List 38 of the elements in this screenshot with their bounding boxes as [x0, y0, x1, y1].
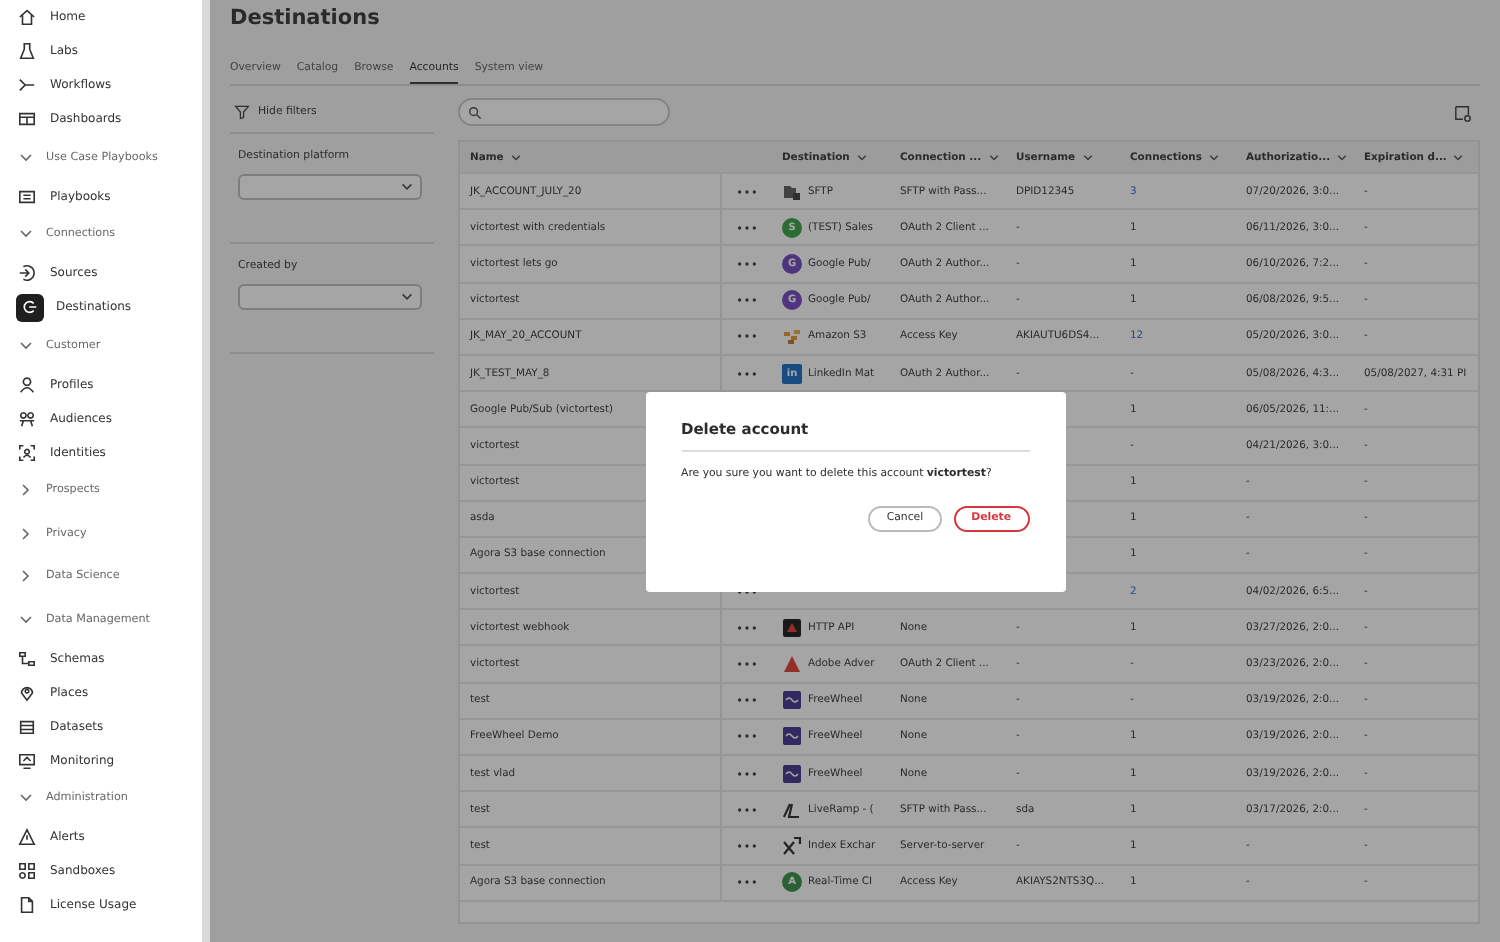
- chevron-down-icon[interactable]: [18, 337, 34, 354]
- chevron-right-icon[interactable]: [18, 525, 34, 542]
- chevron-right-icon[interactable]: [18, 482, 34, 499]
- sort-chevron-icon[interactable]: [1081, 151, 1093, 163]
- chevron-down-icon: [400, 180, 414, 194]
- more-icon[interactable]: [736, 805, 758, 814]
- more-icon[interactable]: [736, 841, 758, 850]
- more-icon[interactable]: [736, 369, 758, 378]
- more-icon[interactable]: [736, 223, 758, 232]
- sort-chevron-icon[interactable]: [1336, 151, 1349, 163]
- chevron-down-icon[interactable]: [18, 790, 34, 807]
- more-icon[interactable]: [736, 878, 758, 887]
- sort-chevron-icon[interactable]: [509, 151, 522, 163]
- more-icon[interactable]: [736, 660, 758, 669]
- more-icon[interactable]: [736, 187, 758, 196]
- more-icon[interactable]: [736, 732, 758, 741]
- sort-chevron-icon[interactable]: [855, 151, 868, 163]
- sort-chevron-icon[interactable]: [1452, 151, 1465, 163]
- chevron-right-icon[interactable]: [18, 568, 34, 585]
- more-icon[interactable]: [736, 623, 758, 632]
- dropdown-field[interactable]: [238, 174, 422, 200]
- filter-icon[interactable]: [234, 104, 250, 120]
- search-icon: [468, 105, 482, 119]
- sort-chevron-icon[interactable]: [1207, 151, 1220, 163]
- column-settings-icon[interactable]: [1454, 103, 1472, 121]
- more-icon[interactable]: [736, 259, 758, 268]
- more-icon[interactable]: [736, 769, 758, 778]
- sort-chevron-icon[interactable]: [987, 151, 1000, 163]
- page-title: Destinations: [230, 4, 382, 34]
- more-icon[interactable]: [736, 332, 758, 341]
- more-icon[interactable]: [736, 696, 758, 705]
- dropdown-field[interactable]: [238, 284, 422, 310]
- search-field[interactable]: [458, 98, 670, 126]
- chevron-down-icon: [400, 290, 414, 304]
- chevron-down-icon[interactable]: [18, 226, 34, 243]
- more-icon[interactable]: [736, 296, 758, 305]
- chevron-down-icon[interactable]: [18, 611, 34, 628]
- chevron-down-icon[interactable]: [18, 149, 34, 166]
